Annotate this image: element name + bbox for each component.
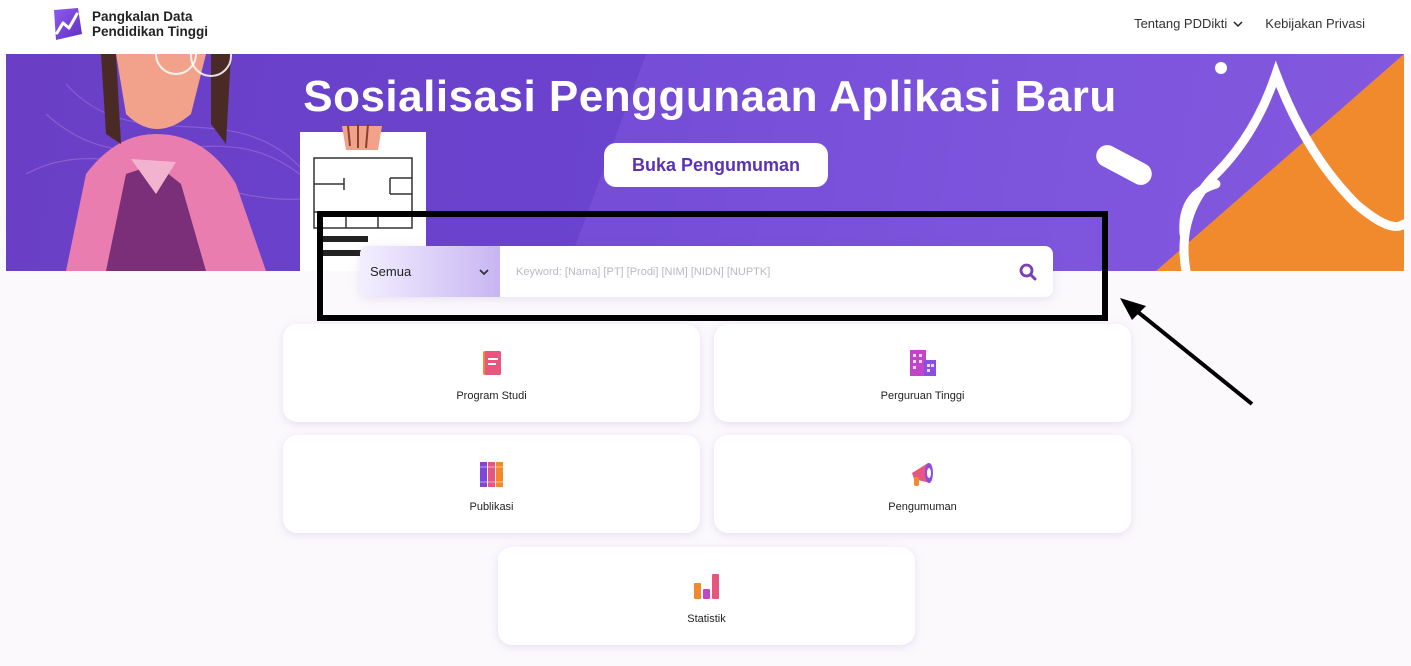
card-program-studi[interactable]: Program Studi bbox=[283, 324, 700, 422]
books-icon bbox=[479, 462, 503, 487]
banner-title-text: Sosialisasi Penggunaan Aplikasi Baru bbox=[303, 72, 1117, 121]
card-perguruan-tinggi[interactable]: Perguruan Tinggi bbox=[714, 324, 1131, 422]
top-nav: Tentang PDDikti Kebijakan Privasi bbox=[1134, 16, 1365, 31]
book-icon bbox=[482, 351, 501, 375]
annotation-arrow-icon bbox=[1120, 298, 1254, 406]
logo-line-2: Pendidikan Tinggi bbox=[92, 24, 209, 39]
nav-privacy[interactable]: Kebijakan Privasi bbox=[1265, 16, 1365, 31]
chevron-down-icon bbox=[1233, 20, 1243, 27]
card-label: Pengumuman bbox=[888, 501, 957, 513]
logo-line-1: Pangkalan Data bbox=[92, 9, 193, 24]
nav-about[interactable]: Tentang PDDikti bbox=[1134, 16, 1243, 31]
bar-chart-icon bbox=[693, 574, 719, 599]
card-statistik[interactable]: Statistik bbox=[498, 547, 915, 645]
building-icon bbox=[909, 350, 936, 376]
card-pengumuman[interactable]: Pengumuman bbox=[714, 435, 1131, 533]
logo-icon bbox=[54, 8, 82, 40]
banner-title: Sosialisasi Penggunaan Aplikasi Baru bbox=[6, 72, 1404, 122]
nav-about-label: Tentang PDDikti bbox=[1134, 16, 1228, 31]
open-announcement-button[interactable]: Buka Pengumuman bbox=[604, 143, 828, 187]
card-label: Publikasi bbox=[469, 501, 514, 513]
card-publikasi[interactable]: Publikasi bbox=[283, 435, 700, 533]
card-label: Perguruan Tinggi bbox=[880, 390, 965, 402]
highlight-frame bbox=[317, 211, 1108, 321]
page: Pangkalan Data Pendidikan Tinggi Tentang… bbox=[0, 0, 1411, 666]
nav-privacy-label: Kebijakan Privasi bbox=[1265, 16, 1365, 31]
site-logo[interactable]: Pangkalan Data Pendidikan Tinggi bbox=[48, 6, 208, 42]
megaphone-icon bbox=[911, 463, 933, 486]
card-label: Statistik bbox=[687, 613, 726, 625]
top-navbar: Pangkalan Data Pendidikan Tinggi Tentang… bbox=[0, 0, 1411, 54]
card-label: Program Studi bbox=[456, 390, 527, 402]
